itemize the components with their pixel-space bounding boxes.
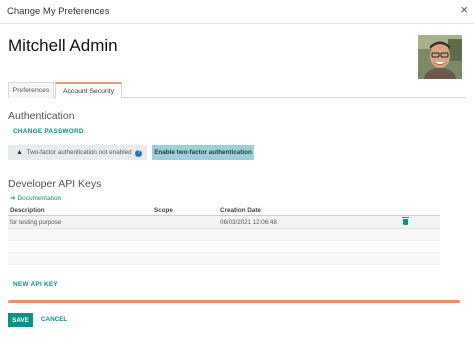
column-creation-date[interactable]: Creation Date — [220, 207, 261, 214]
trash-icon[interactable] — [402, 217, 409, 225]
dialog-header: Change My Preferences × — [0, 0, 474, 24]
arrow-right-icon: ➜ — [10, 195, 16, 202]
authentication-heading: Authentication — [8, 110, 75, 122]
tab-bar: Preferences Account Security — [8, 82, 466, 99]
user-name: Mitchell Admin — [8, 36, 118, 55]
row-creation-date: 06/03/2021 12:06:48 — [220, 219, 277, 226]
column-scope[interactable]: Scope — [154, 207, 173, 214]
tab-preferences[interactable]: Preferences — [8, 82, 54, 98]
help-icon[interactable]: ? — [135, 150, 143, 157]
table-row-empty — [8, 229, 440, 241]
table-row[interactable]: for testing purpose 06/03/2021 12:06:48 — [8, 216, 440, 229]
cancel-button[interactable]: CANCEL — [41, 316, 67, 323]
enable-twofa-button[interactable]: Enable two-factor authentication — [152, 145, 254, 160]
tab-account-security[interactable]: Account Security — [55, 82, 122, 99]
avatar[interactable] — [418, 35, 462, 79]
api-keys-heading: Developer API Keys — [8, 178, 102, 190]
horizontal-scrollbar[interactable] — [8, 300, 460, 303]
new-api-key-link[interactable]: NEW API KEY — [13, 281, 58, 288]
change-password-link[interactable]: CHANGE PASSWORD — [13, 128, 84, 135]
twofa-status-banner: ▲ Two-factor authentication not enabled … — [8, 145, 147, 160]
documentation-link[interactable]: ➜ Documentation — [10, 194, 61, 202]
api-keys-table: Description Scope Creation Date for test… — [8, 205, 440, 265]
column-description[interactable]: Description — [10, 207, 45, 214]
twofa-status-text: Two-factor authentication not enabled — [26, 149, 132, 156]
table-row-empty — [8, 253, 440, 265]
close-icon[interactable]: × — [460, 3, 468, 16]
table-header: Description Scope Creation Date — [8, 205, 440, 216]
row-description: for testing purpose — [10, 219, 62, 226]
documentation-label: Documentation — [17, 195, 62, 202]
save-button[interactable]: SAVE — [8, 313, 33, 327]
avatar-photo — [418, 35, 462, 79]
dialog-title: Change My Preferences — [7, 6, 110, 17]
warning-icon: ▲ — [16, 149, 23, 156]
table-row-empty — [8, 241, 440, 253]
